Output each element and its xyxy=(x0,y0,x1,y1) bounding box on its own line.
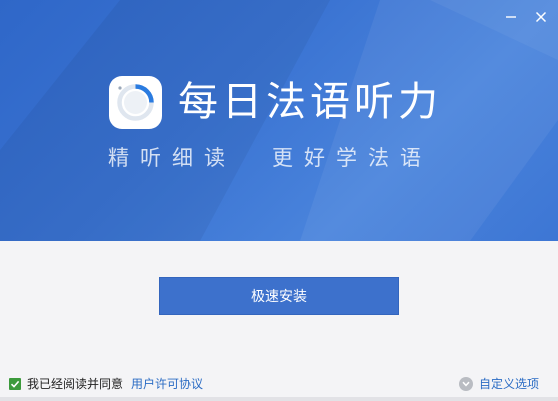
header-banner: 每日法语听力 精听细读 更好学法语 xyxy=(0,0,558,241)
close-icon xyxy=(535,11,547,23)
close-button[interactable] xyxy=(532,8,550,26)
minimize-button[interactable] xyxy=(502,8,520,26)
bottom-edge xyxy=(0,397,558,401)
quick-install-button[interactable]: 极速安装 xyxy=(159,277,399,315)
custom-options-toggle[interactable]: 自定义选项 xyxy=(459,376,539,392)
slogan-right: 更好学法语 xyxy=(272,146,432,170)
installer-window: 每日法语听力 精听细读 更好学法语 极速安装 我已经阅读并同意 用户许可协议 自… xyxy=(0,0,558,401)
agree-label: 我已经阅读并同意 xyxy=(27,377,124,391)
minimize-icon xyxy=(506,16,516,18)
footer-bar: 我已经阅读并同意 用户许可协议 自定义选项 xyxy=(0,372,558,396)
custom-options-label: 自定义选项 xyxy=(479,377,540,391)
chevron-down-icon xyxy=(459,377,473,391)
license-agreement-link[interactable]: 用户许可协议 xyxy=(131,376,203,392)
slogan-left: 精听细读 xyxy=(108,146,236,170)
app-logo-icon xyxy=(109,76,162,129)
checkmark-icon xyxy=(10,380,20,388)
app-title: 每日法语听力 xyxy=(178,79,442,125)
agree-checkbox[interactable] xyxy=(9,378,21,390)
